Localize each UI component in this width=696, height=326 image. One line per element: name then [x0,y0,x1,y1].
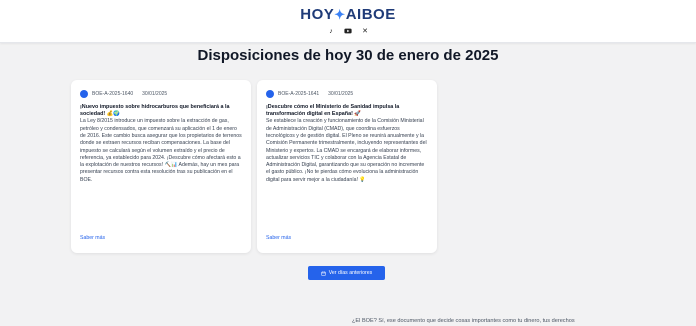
boe-badge-icon [80,89,88,98]
page-title: Disposiciones de hoy 30 de enero de 2025 [197,47,499,64]
card-meta: BOE-A-2025-1640 30/01/2025 [80,89,242,98]
card-date: 30/01/2025 [328,90,354,97]
previous-days-button[interactable]: Ver días anteriores [308,266,385,280]
disposition-card: BOE-A-2025-1641 30/01/2025 ¡Descubre cóm… [257,80,437,253]
card-meta: BOE-A-2025-1641 30/01/2025 [266,89,428,98]
calendar-icon [320,271,326,276]
sparkle-icon: ✦ [334,7,346,22]
youtube-icon[interactable] [343,26,353,36]
card-date: 30/01/2025 [142,90,168,97]
footer-tagline: ¿El BOE? Sí, ese documento que decide co… [352,318,575,324]
read-more-link[interactable]: Saber más [80,235,105,241]
card-body: Se establece la creación y funcionamient… [266,118,427,183]
previous-days-label: Ver días anteriores [328,270,373,276]
site-header: HOY✦AIBOE ♪ ✕ [0,0,696,43]
card-body: La Ley 8/2015 introduce un impuesto sobr… [80,118,242,183]
disposition-card: BOE-A-2025-1640 30/01/2025 ¡Nuevo impues… [71,80,251,253]
card-id: BOE-A-2025-1640 [92,90,134,97]
logo-text-hoy: HOY [300,6,335,23]
site-logo[interactable]: HOY✦AIBOE [0,6,696,23]
social-links: ♪ ✕ [0,26,696,36]
x-icon[interactable]: ✕ [360,26,370,36]
logo-text-aiboe: AIBOE [345,6,396,23]
card-id: BOE-A-2025-1641 [278,90,320,97]
tiktok-icon[interactable]: ♪ [326,26,336,36]
card-title: ¡Nuevo impuesto sobre hidrocarburos que … [80,104,230,118]
read-more-link[interactable]: Saber más [266,235,291,241]
boe-badge-icon [266,89,274,98]
card-title: ¡Descubre cómo el Ministerio de Sanidad … [266,104,400,118]
